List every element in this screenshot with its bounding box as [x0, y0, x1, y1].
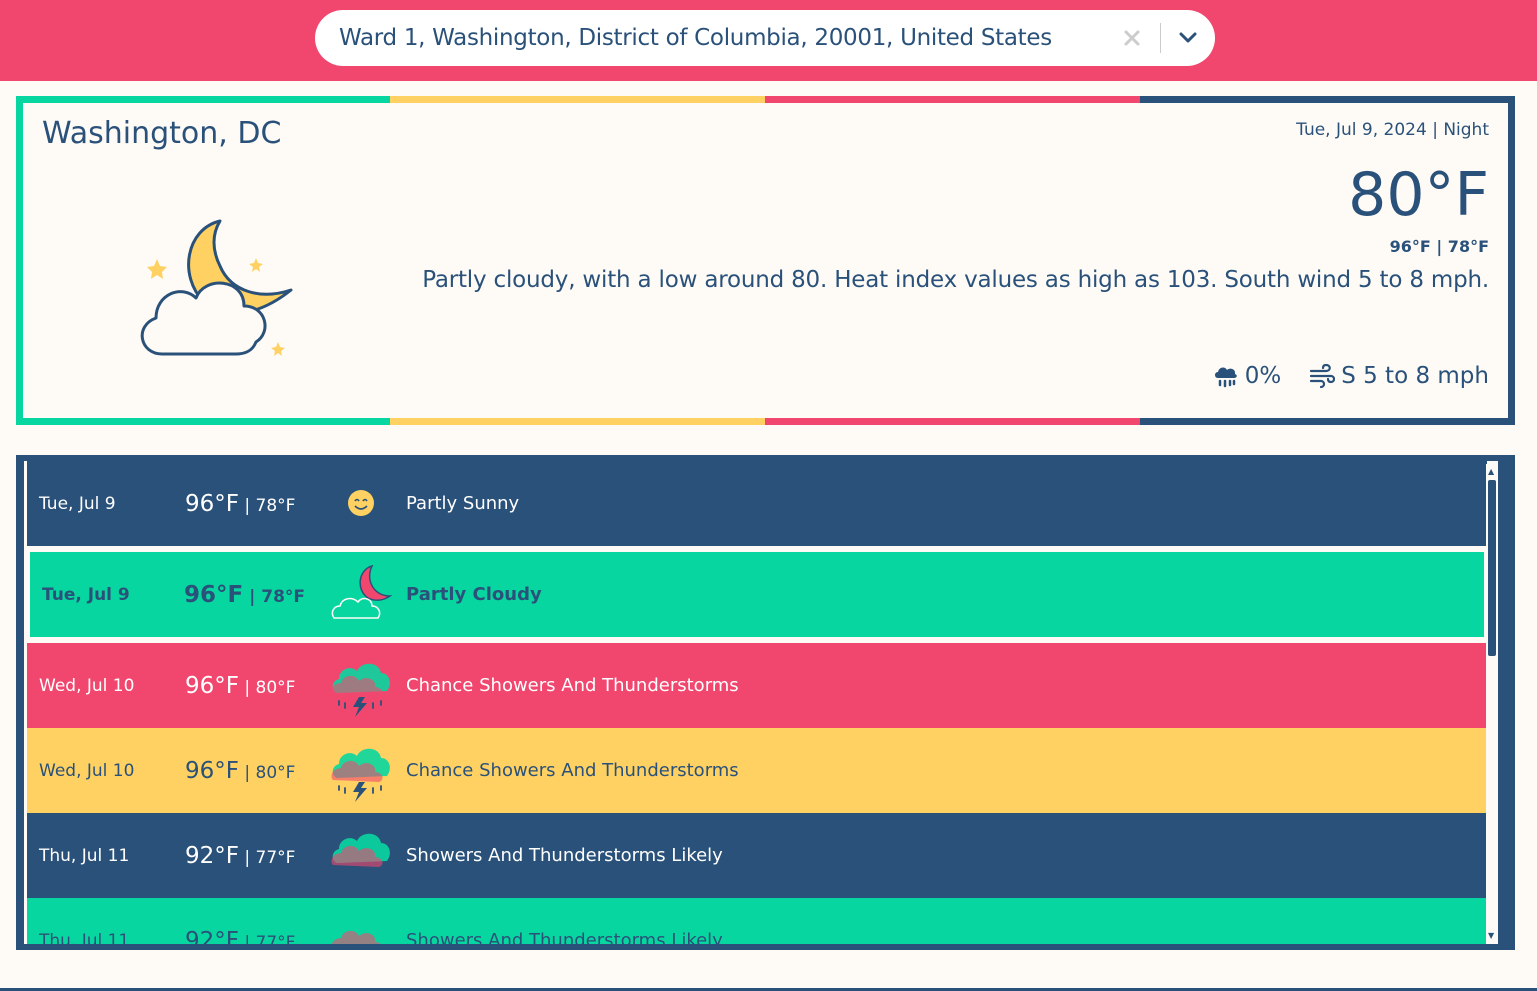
forecast-description: Partly Cloudy	[406, 584, 542, 605]
forecast-description: Chance Showers And Thunderstorms	[406, 675, 739, 696]
current-high-low: 96°F | 78°F	[1389, 237, 1489, 256]
forecast-date: Thu, Jul 11	[39, 845, 130, 866]
current-conditions-card: Washington, DC Tue, Jul 9, 2024 | Night …	[16, 96, 1515, 425]
scroll-up-arrow[interactable]: ▲	[1488, 468, 1494, 476]
forecast-description: Showers And Thunderstorms Likely	[406, 845, 723, 866]
forecast-row[interactable]: Wed, Jul 10 96°F | 80°F Chance Showers And…	[27, 728, 1487, 813]
forecast-low: | 77°F	[239, 932, 296, 945]
card-border-yellow-bottom	[390, 418, 765, 425]
forecast-scrollbar[interactable]: ▲ ▼	[1486, 464, 1498, 944]
clear-location-button[interactable]	[1119, 23, 1145, 53]
precipitation-value: 0%	[1244, 363, 1282, 389]
chevron-down-icon	[1179, 32, 1197, 43]
current-temperature: 80°F	[1348, 160, 1489, 230]
thunderstorm-icon	[329, 823, 393, 887]
forecast-high: 92°F	[185, 927, 239, 945]
card-border-navy	[1140, 96, 1515, 103]
location-dropdown-button[interactable]	[1175, 23, 1201, 53]
current-stats: 0% S 5 to 8 mph	[1213, 361, 1489, 391]
card-border-yellow	[390, 96, 765, 103]
card-border-pink-bottom	[765, 418, 1140, 425]
thunderstorm-icon	[329, 653, 393, 717]
forecast-date: Tue, Jul 9	[39, 493, 116, 514]
forecast-low: | 77°F	[239, 847, 296, 868]
wind-value: S 5 to 8 mph	[1341, 363, 1489, 389]
forecast-temps: 96°F | 80°F	[185, 758, 295, 784]
forecast-date: Tue, Jul 9	[42, 584, 130, 605]
forecast-high: 96°F	[185, 672, 239, 699]
forecast-low: | 78°F	[243, 586, 306, 607]
forecast-high: 96°F	[185, 490, 239, 517]
forecast-high: 92°F	[185, 842, 239, 869]
forecast-description: Chance Showers And Thunderstorms	[406, 760, 739, 781]
forecast-list-frame: Tue, Jul 9 96°F | 78°F Partly Sunny Tue, Ju…	[16, 455, 1515, 950]
forecast-temps: 96°F | 80°F	[185, 673, 295, 699]
card-border-green	[16, 96, 390, 103]
forecast-low: | 78°F	[239, 495, 296, 516]
current-date-period: Tue, Jul 9, 2024 | Night	[1296, 120, 1489, 140]
forecast-date: Thu, Jul 11	[39, 930, 130, 945]
location-select[interactable]: Ward 1, Washington, District of Columbia…	[315, 10, 1215, 66]
wind-stat: S 5 to 8 mph	[1309, 363, 1489, 389]
forecast-row[interactable]: Thu, Jul 11 92°F | 77°F Showers And Thunde…	[27, 813, 1487, 898]
forecast-description: Showers And Thunderstorms Likely	[406, 930, 723, 944]
forecast-temps: 92°F | 77°F	[185, 843, 295, 869]
forecast-row[interactable]: Tue, Jul 9 96°F | 78°F Partly Sunny	[27, 461, 1487, 546]
card-border-navy-bottom	[1140, 418, 1515, 425]
smiley-sun-icon	[329, 471, 393, 535]
forecast-description: Partly Sunny	[406, 493, 520, 514]
forecast-date: Wed, Jul 10	[39, 760, 135, 781]
city-title: Washington, DC	[42, 116, 282, 151]
card-border-pink	[765, 96, 1140, 103]
card-border-right	[1508, 96, 1515, 425]
forecast-list[interactable]: Tue, Jul 9 96°F | 78°F Partly Sunny Tue, Ju…	[24, 461, 1498, 944]
precipitation-stat: 0%	[1213, 363, 1282, 389]
wind-icon	[1310, 363, 1336, 389]
forecast-low: | 80°F	[239, 762, 296, 783]
forecast-row[interactable]: Tue, Jul 9 96°F | 78°F Partly Cloudy	[30, 552, 1484, 637]
forecast-low: | 80°F	[239, 677, 296, 698]
scroll-down-arrow[interactable]: ▼	[1488, 932, 1494, 940]
forecast-high: 96°F	[185, 757, 239, 784]
select-separator	[1160, 23, 1161, 53]
location-select-value[interactable]: Ward 1, Washington, District of Columbia…	[339, 10, 1052, 66]
moon-cloud-icon	[328, 562, 393, 626]
scroll-thumb[interactable]	[1488, 480, 1496, 656]
header-bar: Ward 1, Washington, District of Columbia…	[0, 0, 1537, 81]
moon-cloud-stars-icon	[140, 219, 293, 356]
forecast-temps: 92°F | 77°F	[185, 928, 295, 945]
rain-cloud-icon	[1214, 367, 1237, 388]
forecast-row[interactable]: Thu, Jul 11 92°F | 77°F Showers And Thunde…	[27, 898, 1487, 944]
card-border-green-bottom	[16, 418, 390, 425]
forecast-high: 96°F	[184, 581, 244, 608]
forecast-temps: 96°F | 78°F	[184, 582, 305, 608]
thunderstorm-icon	[329, 738, 393, 802]
close-icon	[1124, 30, 1140, 46]
forecast-date: Wed, Jul 10	[39, 675, 135, 696]
card-border-left	[16, 96, 23, 425]
current-description: Partly cloudy, with a low around 80. Hea…	[422, 267, 1489, 293]
forecast-row[interactable]: Wed, Jul 10 96°F | 80°F Chance Showers And…	[27, 643, 1487, 728]
forecast-temps: 96°F | 78°F	[185, 491, 295, 517]
thunderstorm-icon	[329, 908, 393, 944]
